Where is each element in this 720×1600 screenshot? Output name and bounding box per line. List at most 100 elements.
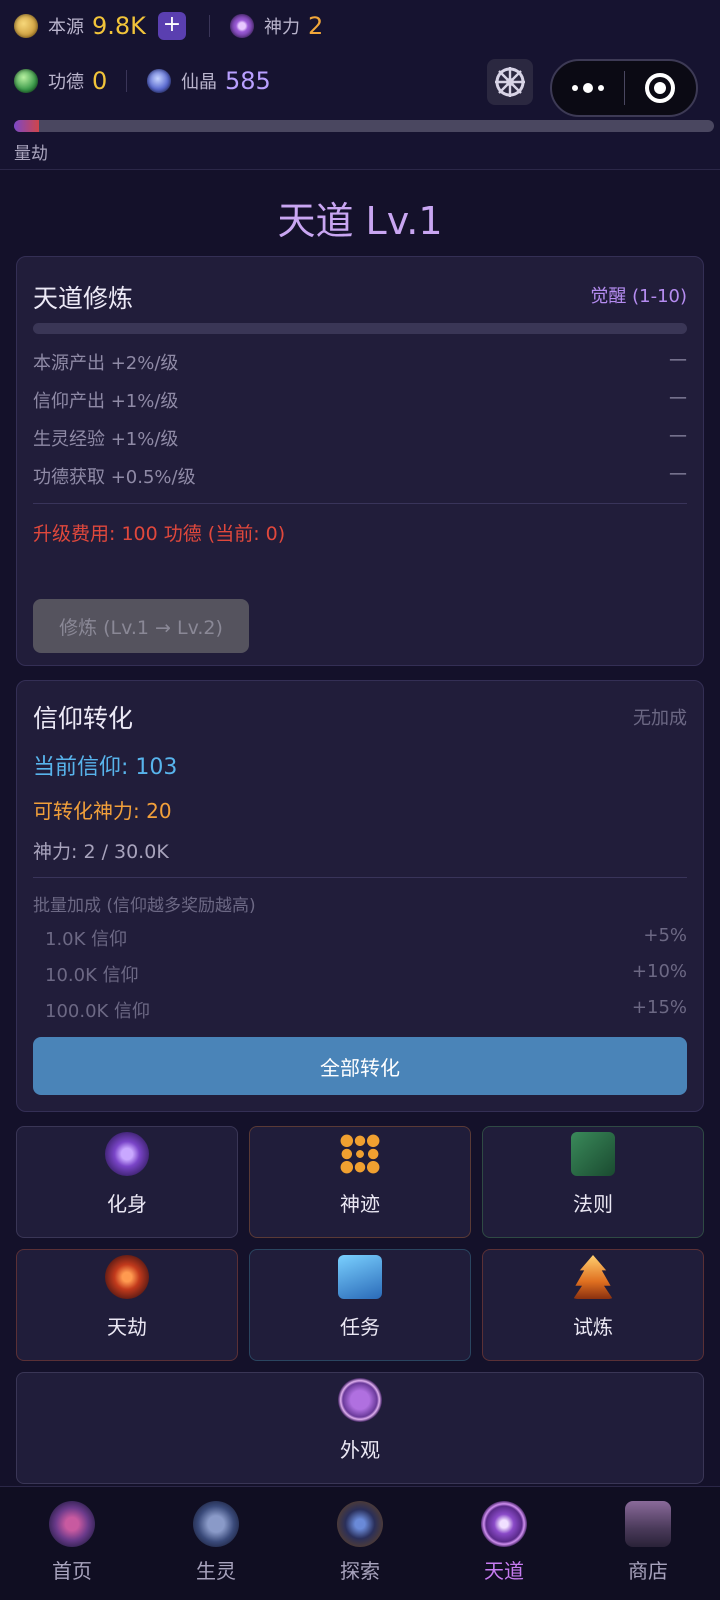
tile-label: 任务 [340,1315,380,1339]
stat-label: 功德获取 +0.5%/级 [33,467,196,488]
page-title: 天道 Lv.1 [277,199,443,243]
stat-label: 本源产出 +2%/级 [33,353,179,374]
tribulation-icon [105,1255,149,1299]
tier-label: 1.0K 信仰 [45,929,128,950]
shenli-resource[interactable]: 神力 2 [230,8,323,44]
home-palace-icon [49,1501,95,1547]
top-resource-bar: 本源 9.8K + 神力 2 功德 0 仙晶 585 量劫 [0,0,720,170]
nav-creatures[interactable]: 生灵 [144,1487,288,1600]
quest-scroll-icon [338,1255,382,1299]
stat-row: 功德获取 +0.5%/级 — [33,463,687,489]
close-target-icon [645,73,676,103]
tile-miracle[interactable]: 神迹 [249,1126,471,1238]
stat-value: — [669,463,687,484]
batch-bonus-title: 批量加成 (信仰越多奖励越高) [33,891,687,916]
nav-label: 首页 [52,1559,92,1583]
gongde-resource[interactable]: 功德 0 [14,63,107,99]
stat-label: 生灵经验 +1%/级 [33,429,179,450]
miracle-gems-icon [338,1132,382,1176]
tier-bonus: +10% [631,961,687,982]
xianjing-value: 585 [225,67,271,95]
upgrade-cost: 升级费用: 100 功德 (当前: 0) [33,519,687,546]
gongde-orb-icon [14,69,38,93]
faith-heading: 信仰转化 [33,704,134,733]
upgrade-cost-text: 升级费用: 100 功德 (当前: 0) [33,523,286,545]
xianjing-crystal-icon [147,69,171,93]
nav-home[interactable]: 首页 [0,1487,144,1600]
bottom-nav: 首页 生灵 探索 天道 商店 [0,1486,720,1600]
shop-chest-icon [625,1501,671,1547]
current-faith-text: 当前信仰: 103 [33,755,178,780]
benyuan-value: 9.8K [92,12,146,40]
stat-value: — [669,349,687,370]
divine-power-text: 神力: 2 / 30.0K [33,841,169,863]
tier-bonus: +5% [643,925,687,946]
shenli-label: 神力 [264,17,300,38]
tile-appearance[interactable]: 外观 [16,1372,704,1484]
divider [126,70,127,92]
tiandao-yinyang-icon [481,1501,527,1547]
divider [33,877,687,878]
benyuan-coin-icon [14,14,38,38]
current-faith: 当前信仰: 103 [33,749,687,781]
stat-value: — [669,387,687,408]
bonus-tier-row: 100.0K 信仰 +15% [45,997,687,1023]
bonus-tier-row: 1.0K 信仰 +5% [45,925,687,951]
benyuan-resource[interactable]: 本源 9.8K + [14,8,186,44]
stat-row: 本源产出 +2%/级 — [33,349,687,375]
cultivation-heading: 天道修炼 [33,284,134,313]
stat-value: — [669,425,687,446]
tier-bonus: +15% [631,997,687,1018]
tile-avatar[interactable]: 化身 [16,1126,238,1238]
tile-trial[interactable]: 试炼 [482,1249,704,1361]
divine-power: 神力: 2 / 30.0K [33,837,687,864]
nav-shop[interactable]: 商店 [576,1487,720,1600]
xianjing-resource[interactable]: 仙晶 585 [147,63,271,99]
faith-conversion-card: 信仰转化 无加成 当前信仰: 103 可转化神力: 20 神力: 2 / 30.… [16,680,704,1112]
tile-label: 法则 [573,1192,613,1216]
kalpa-progress-fill [14,120,40,132]
shenli-orb-icon [230,14,254,38]
more-menu-button[interactable] [552,61,624,115]
benyuan-label: 本源 [48,17,84,38]
nav-explore[interactable]: 探索 [288,1487,432,1600]
xianjing-label: 仙晶 [181,72,217,93]
divider [209,15,210,37]
avatar-sigil-icon [105,1132,149,1176]
convertible-divine-text: 可转化神力: 20 [33,799,172,823]
tile-tribulation[interactable]: 天劫 [16,1249,238,1361]
nav-label: 天道 [484,1559,524,1583]
tier-label: 10.0K 信仰 [45,965,139,986]
kalpa-label: 量劫 [14,144,48,164]
tile-label: 天劫 [107,1315,147,1339]
batch-bonus-title-text: 批量加成 (信仰越多奖励越高) [33,896,256,916]
divider [33,503,687,504]
cultivate-button[interactable]: 修炼 (Lv.1 → Lv.2) [33,599,249,653]
shenli-value: 2 [308,12,324,40]
stat-row: 生灵经验 +1%/级 — [33,425,687,451]
tile-label: 化身 [107,1192,147,1216]
tile-label: 神迹 [340,1192,380,1216]
nav-tiandao[interactable]: 天道 [432,1487,576,1600]
tile-law[interactable]: 法则 [482,1126,704,1238]
tile-quest[interactable]: 任务 [249,1249,471,1361]
faith-bonus-status: 无加成 [633,708,687,729]
more-dots-icon [571,83,604,93]
add-benyuan-button[interactable]: + [157,12,186,40]
tile-label: 试炼 [573,1315,613,1339]
tier-label: 100.0K 信仰 [45,1001,151,1022]
cultivation-stage: 觉醒 (1-10) [590,286,687,307]
convert-all-button[interactable]: 全部转化 [33,1037,687,1095]
close-miniprogram-button[interactable] [625,61,697,115]
settings-button[interactable] [487,59,533,105]
cultivation-card: 天道修炼 觉醒 (1-10) 本源产出 +2%/级 — 信仰产出 +1%/级 —… [16,256,704,666]
stat-label: 信仰产出 +1%/级 [33,391,179,412]
law-book-icon [571,1132,615,1176]
dharma-wheel-icon [495,67,525,97]
explore-compass-icon [337,1501,383,1547]
creature-dragon-icon [193,1501,239,1547]
trial-pagoda-icon [573,1255,613,1299]
gongde-label: 功德 [48,72,84,93]
tile-label: 外观 [340,1438,380,1462]
cultivation-progress-bar [33,323,687,334]
